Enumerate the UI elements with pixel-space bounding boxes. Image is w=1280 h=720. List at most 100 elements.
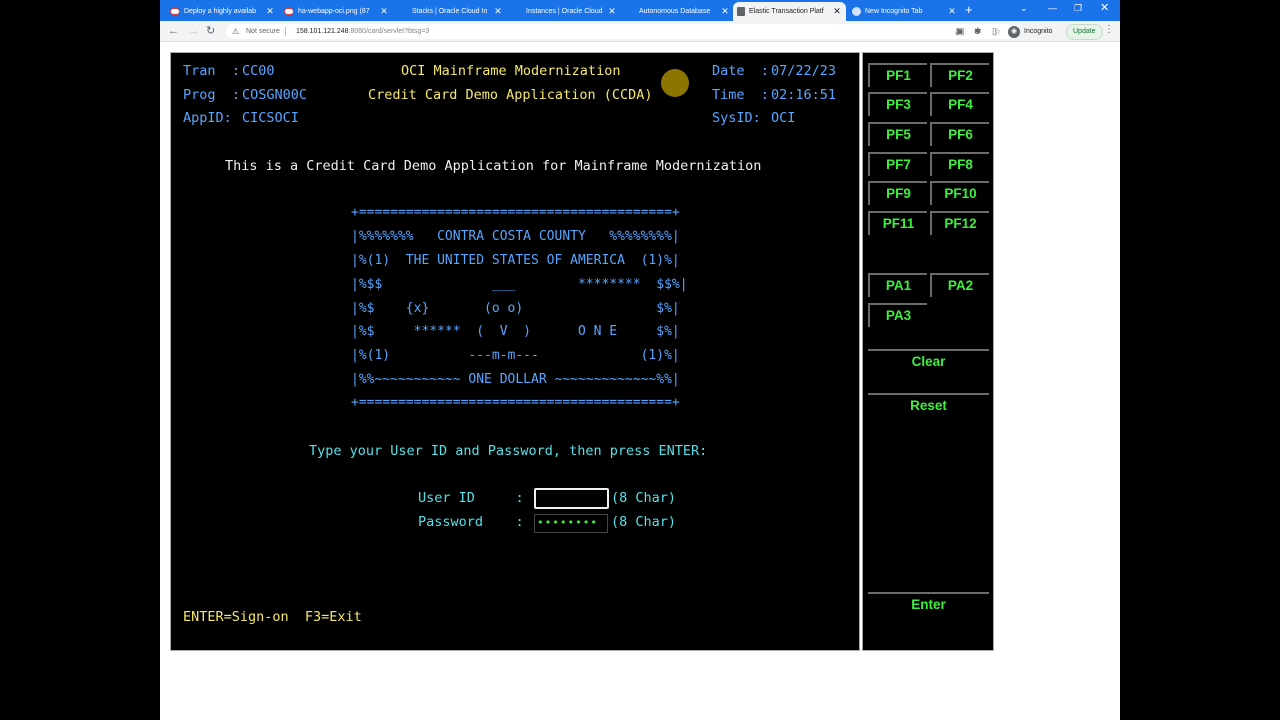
tab-title: Instances | Oracle Cloud (526, 8, 603, 15)
close-icon[interactable]: ✕ (607, 3, 617, 20)
art-line: |%(1) ---m-m--- (1)%| (351, 348, 680, 363)
sysid-value: OCI (771, 110, 796, 126)
date-value: 07/22/23 (771, 63, 837, 79)
close-icon[interactable]: ✕ (720, 3, 730, 20)
pf1-button[interactable]: PF1 (868, 63, 927, 87)
browser-toolbar: ← → ↻ ⚠ Not secure 158.101.121.248:8080/… (160, 21, 1120, 42)
appid-value: CICSOCI (242, 110, 299, 126)
art-line: +=======================================… (351, 395, 680, 410)
close-icon[interactable]: ✕ (947, 3, 957, 20)
oracle-icon (170, 8, 180, 15)
side-panel-icon[interactable]: ▯ (992, 25, 997, 38)
app-subtitle: Credit Card Demo Application (CCDA) (368, 87, 653, 103)
close-icon[interactable]: ✕ (265, 3, 275, 20)
tab-stacks[interactable]: Stacks | Oracle Cloud In ✕ (394, 2, 507, 21)
pf12-button[interactable]: PF12 (930, 211, 989, 235)
globe-icon (852, 7, 861, 16)
pf7-button[interactable]: PF7 (868, 152, 927, 176)
tab-new-incognito[interactable]: New Incognito Tab ✕ (848, 2, 961, 21)
art-line: |%$ {x} (o o) $%| (351, 301, 680, 316)
warning-icon: ⚠ (232, 27, 240, 36)
function-key-legend: ENTER=Sign-on F3=Exit (183, 609, 362, 625)
maximize-icon[interactable]: ❐ (1074, 3, 1082, 14)
pf6-button[interactable]: PF6 (930, 122, 989, 146)
tran-value: CC00 (242, 63, 275, 79)
address-bar[interactable]: ⚠ Not secure 158.101.121.248:8080/card/s… (226, 24, 1014, 39)
oracle-icon (284, 8, 294, 15)
incognito-profile[interactable]: ◉ Incognito (1008, 24, 1052, 39)
url-text: 158.101.121.248:8080/card/servlet?btsg=3 (296, 24, 429, 39)
tab-title: Autonomous Database (639, 8, 711, 15)
pf2-button[interactable]: PF2 (930, 63, 989, 87)
reload-icon[interactable]: ↻ (206, 24, 215, 38)
pf5-button[interactable]: PF5 (868, 122, 927, 146)
date-label: Date : (712, 63, 769, 79)
extension-icon[interactable]: ▣ (956, 25, 965, 38)
tab-title: New Incognito Tab (865, 8, 923, 15)
art-line: |%(1) THE UNITED STATES OF AMERICA (1)%| (351, 253, 680, 268)
tab-instances[interactable]: Instances | Oracle Cloud ✕ (508, 2, 621, 21)
url-host: 158.101.121.248 (296, 28, 349, 35)
close-icon[interactable]: ✕ (832, 3, 842, 20)
tab-title: Elastic Transaction Platf (749, 8, 824, 15)
art-line: +=======================================… (351, 205, 680, 220)
tab-search-icon[interactable]: ⌄ (1020, 3, 1028, 14)
art-line: |%$ ****** ( V ) O N E $%| (351, 324, 680, 339)
tab-ha-webapp[interactable]: ha-webapp-oci.png (87 ✕ (280, 2, 393, 21)
time-value: 02:16:51 (771, 87, 837, 103)
time-label: Time : (712, 87, 769, 103)
divider (285, 27, 286, 36)
app-title: OCI Mainframe Modernization (401, 63, 621, 79)
prog-label: Prog : (183, 87, 240, 103)
art-line: |%%%%%%% CONTRA COSTA COUNTY %%%%%%%%| (351, 229, 680, 244)
art-line: |%%~~~~~~~~~~~ ONE DOLLAR ~~~~~~~~~~~~~%… (351, 372, 680, 387)
page-icon (737, 7, 745, 16)
security-label: Not secure (246, 28, 280, 35)
update-button[interactable]: Update (1066, 24, 1103, 40)
incognito-icon: ◉ (1008, 25, 1020, 38)
new-tab-button[interactable]: + (965, 3, 973, 17)
tab-strip: Deploy a highly availab ✕ ha-webapp-oci.… (160, 0, 1120, 21)
function-keypad: PF1 PF2 PF3 PF4 PF5 PF6 PF7 PF8 PF9 PF10… (862, 52, 994, 651)
password-label: Password : (418, 514, 524, 530)
intro-text: This is a Credit Card Demo Application f… (225, 158, 762, 174)
pa1-button[interactable]: PA1 (868, 273, 927, 297)
close-icon[interactable]: ✕ (493, 3, 503, 20)
close-window-icon[interactable]: ✕ (1100, 1, 1109, 14)
pf10-button[interactable]: PF10 (930, 181, 989, 205)
pa3-button[interactable]: PA3 (868, 303, 927, 327)
pa2-button[interactable]: PA2 (930, 273, 989, 297)
userid-input[interactable] (534, 488, 609, 509)
url-path: :8080/card/servlet?btsg=3 (348, 28, 430, 35)
reset-button[interactable]: Reset (868, 393, 989, 417)
appid-label: AppID: (183, 110, 232, 126)
minimize-icon[interactable]: — (1048, 3, 1057, 13)
pf3-button[interactable]: PF3 (868, 92, 927, 116)
tab-deploy[interactable]: Deploy a highly availab ✕ (166, 2, 279, 21)
profile-label: Incognito (1024, 28, 1053, 35)
sysid-label: SysID: (712, 110, 761, 126)
puzzle-icon[interactable]: ✱ (974, 25, 982, 38)
art-line: |%$$ ___ ******** $$%| (351, 277, 688, 292)
password-input[interactable]: •••••••• (534, 514, 608, 533)
browser-window: Deploy a highly availab ✕ ha-webapp-oci.… (160, 0, 1120, 720)
login-prompt: Type your User ID and Password, then pre… (309, 443, 708, 459)
close-icon[interactable]: ✕ (379, 3, 389, 20)
pf9-button[interactable]: PF9 (868, 181, 927, 205)
clear-button[interactable]: Clear (868, 349, 989, 373)
enter-button[interactable]: Enter (868, 592, 989, 616)
menu-icon[interactable]: ⋮ (1104, 24, 1114, 35)
pf8-button[interactable]: PF8 (930, 152, 989, 176)
back-icon[interactable]: ← (168, 24, 179, 38)
tab-title: Stacks | Oracle Cloud In (412, 8, 488, 15)
forward-icon[interactable]: → (188, 24, 199, 38)
password-hint: (8 Char) (611, 514, 677, 530)
pf11-button[interactable]: PF11 (868, 211, 927, 235)
pf4-button[interactable]: PF4 (930, 92, 989, 116)
tab-title: ha-webapp-oci.png (87 (298, 8, 370, 15)
3270-terminal-screen: Tran : CC00 Prog : COSGN00C AppID: CICSO… (170, 52, 860, 651)
tab-autonomous-db[interactable]: Autonomous Database ✕ (621, 2, 734, 21)
tab-elastic-transaction[interactable]: Elastic Transaction Platf ✕ (733, 2, 846, 21)
prog-value: COSGN00C (242, 87, 308, 103)
userid-label: User ID : (418, 490, 524, 506)
